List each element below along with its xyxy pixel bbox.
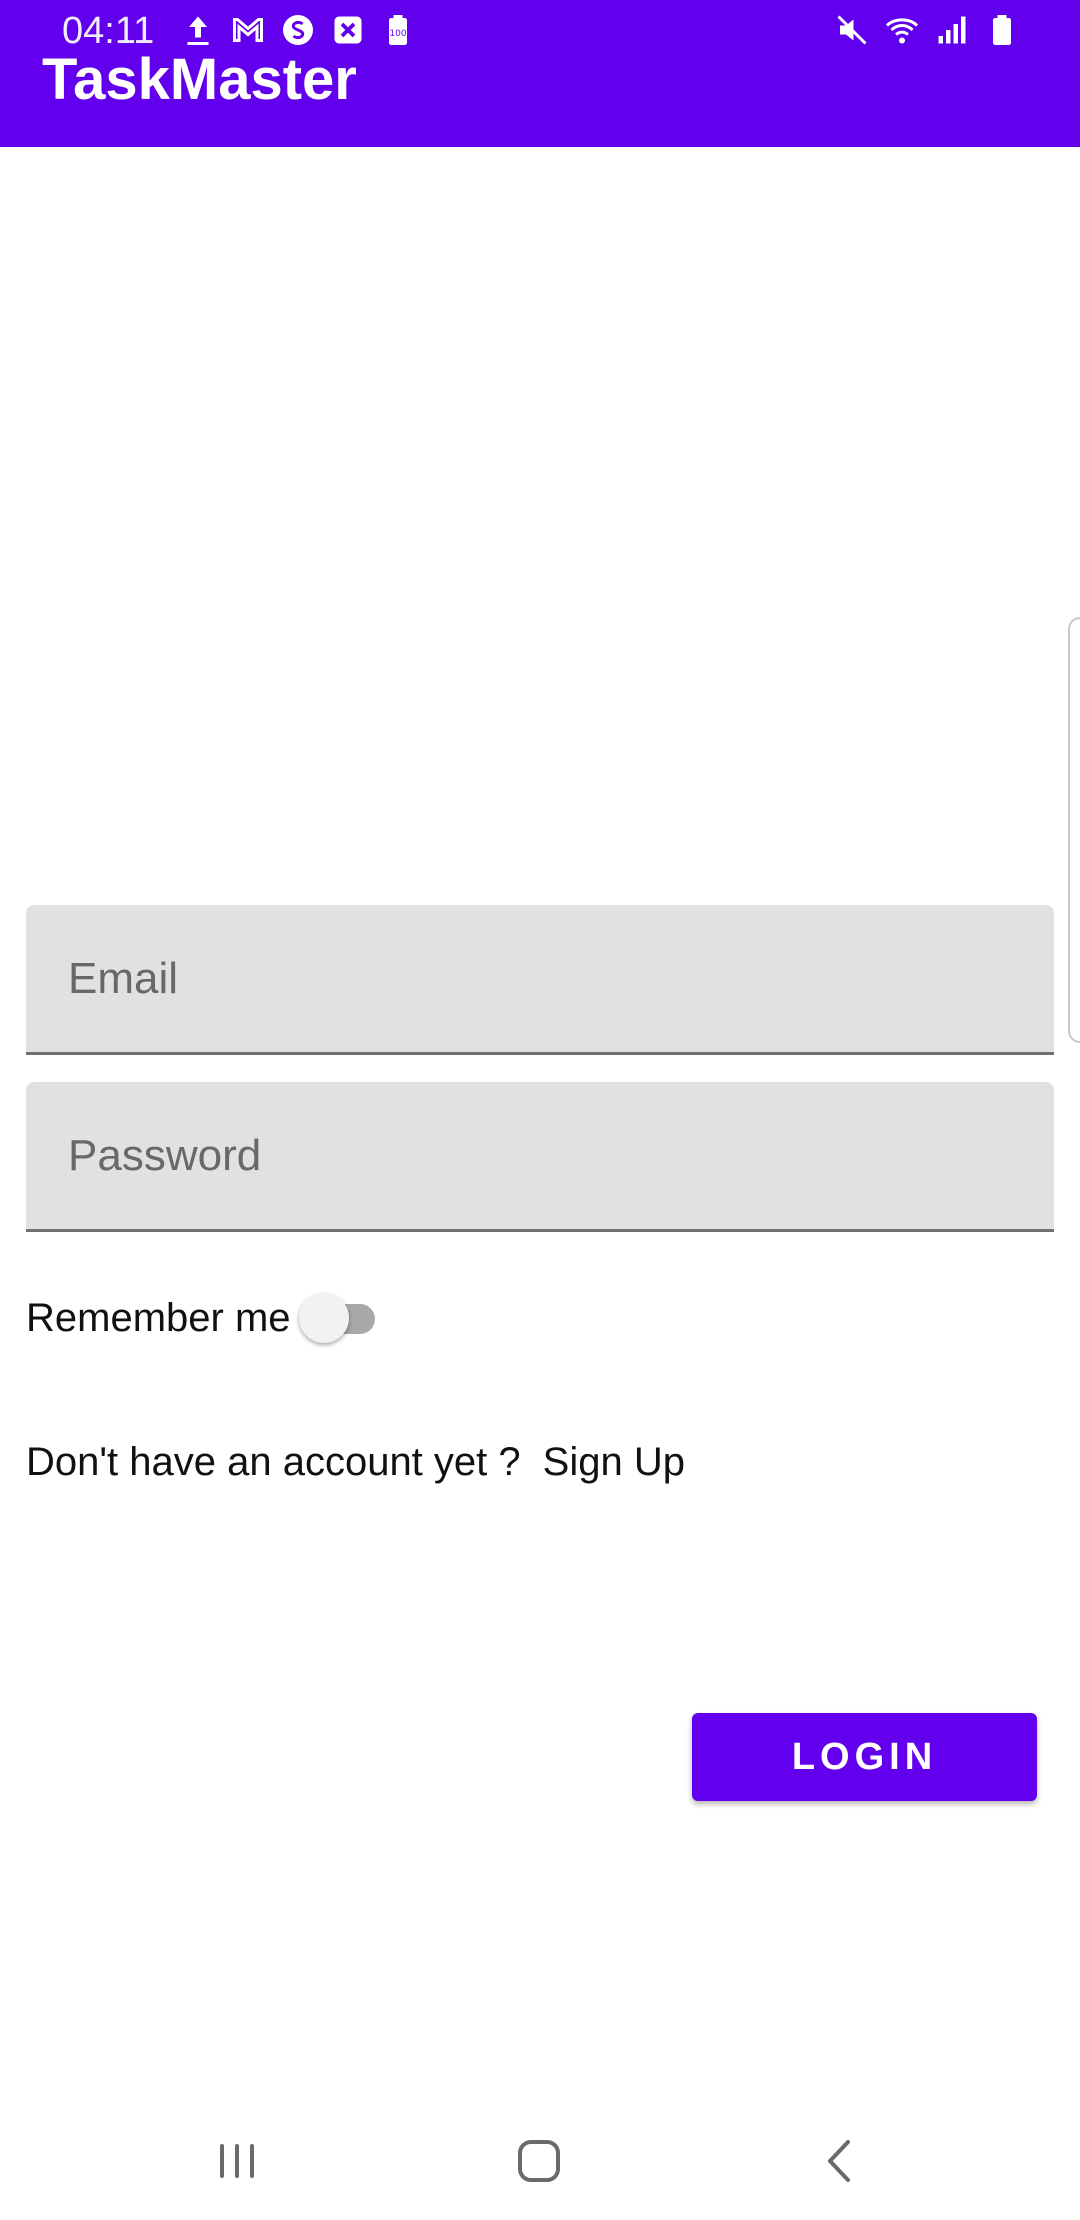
email-input[interactable] (26, 905, 1054, 1052)
signup-prompt: Don't have an account yet ? (26, 1440, 521, 1484)
app-title: TaskMaster (42, 47, 357, 112)
app-bar: 04:11 100 TaskMaster (0, 0, 1080, 147)
mute-icon (837, 15, 867, 45)
sync-icon (283, 15, 313, 45)
back-icon[interactable] (806, 2126, 876, 2196)
signup-row: Don't have an account yet ? Sign Up (26, 1440, 685, 1485)
navigation-bar (0, 2100, 1080, 2220)
remember-me-label: Remember me (26, 1295, 291, 1340)
password-field[interactable] (26, 1082, 1054, 1232)
battery-saver-icon: 100 (389, 15, 407, 45)
remember-me-row: Remember me (26, 1290, 383, 1346)
status-right-icons (834, 12, 1020, 48)
gmail-icon (233, 18, 263, 42)
signal-icon (938, 16, 966, 44)
battery-icon (993, 15, 1011, 45)
switch-thumb (298, 1293, 349, 1343)
status-left-icons: 100 (180, 12, 416, 48)
password-input[interactable] (26, 1082, 1054, 1229)
close-box-icon (334, 16, 362, 44)
wifi-icon (885, 18, 919, 44)
edge-panel-handle[interactable] (1068, 617, 1080, 1043)
login-button[interactable]: LOGIN (692, 1713, 1037, 1801)
recent-apps-icon[interactable] (202, 2126, 272, 2196)
signup-link[interactable]: Sign Up (543, 1440, 685, 1485)
svg-text:100: 100 (389, 29, 406, 39)
remember-me-switch[interactable] (298, 1290, 383, 1346)
upload-icon (187, 16, 209, 45)
home-icon[interactable] (504, 2126, 574, 2196)
email-field[interactable] (26, 905, 1054, 1055)
